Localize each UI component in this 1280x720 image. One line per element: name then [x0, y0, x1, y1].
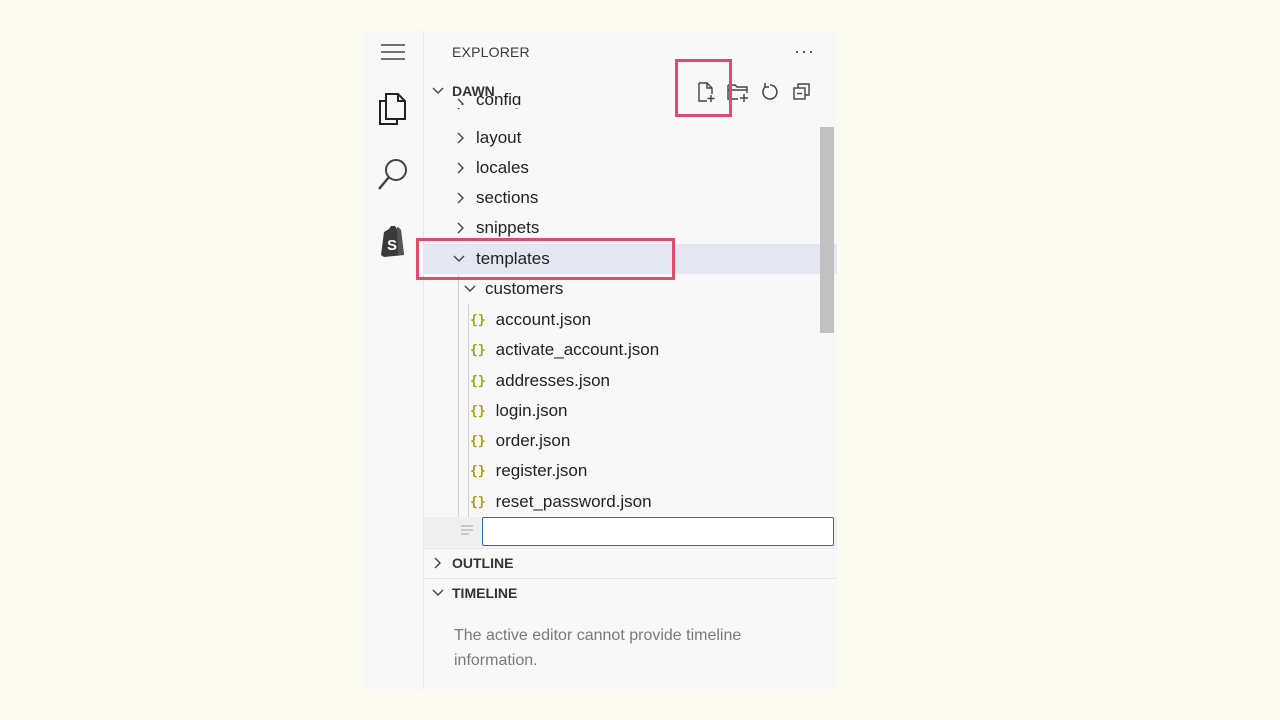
tree-item-label: customers	[485, 279, 564, 298]
section-divider	[424, 578, 837, 579]
timeline-title: TIMELINE	[452, 585, 518, 601]
tree-item-file[interactable]: {} activate_account.json	[424, 335, 837, 365]
json-file-icon: {}	[470, 403, 486, 419]
explorer-title: EXPLORER	[452, 44, 530, 60]
json-file-icon: {}	[470, 342, 486, 358]
explorer-files-icon[interactable]	[363, 91, 423, 127]
tree-item-snippets[interactable]: snippets	[424, 213, 837, 243]
vscode-window: S EXPLORER ··· DAWN config layout locale…	[363, 31, 837, 689]
section-divider	[424, 548, 837, 549]
tree-item-layout[interactable]: layout	[424, 123, 837, 153]
chevron-right-icon	[452, 132, 470, 144]
chevron-right-icon	[452, 222, 470, 234]
menu-icon[interactable]	[363, 43, 423, 61]
svg-text:S: S	[387, 237, 397, 254]
tree-item-file[interactable]: {} register.json	[424, 456, 837, 486]
new-file-name-input[interactable]	[482, 517, 834, 546]
tree-item-label: templates	[476, 249, 550, 268]
chevron-right-icon	[452, 98, 470, 110]
chevron-down-icon	[424, 589, 452, 597]
json-file-icon: {}	[470, 494, 486, 510]
file-label: reset_password.json	[495, 492, 652, 511]
shopify-icon[interactable]: S	[363, 224, 423, 258]
file-label: login.json	[495, 401, 568, 420]
more-actions-button[interactable]: ···	[794, 41, 815, 62]
timeline-section-header[interactable]: TIMELINE	[424, 580, 837, 606]
tree-item-templates[interactable]: templates	[424, 244, 837, 274]
tree-item-sections[interactable]: sections	[424, 183, 837, 213]
chevron-down-icon	[460, 285, 480, 293]
chevron-right-icon	[424, 557, 452, 569]
json-file-icon: {}	[470, 373, 486, 389]
json-file-icon: {}	[470, 463, 486, 479]
search-icon[interactable]	[363, 157, 423, 193]
chevron-right-icon	[452, 162, 470, 174]
json-file-icon: {}	[470, 312, 486, 328]
chevron-right-icon	[452, 192, 470, 204]
tree-item-customers[interactable]: customers	[424, 274, 837, 304]
activity-bar: S	[363, 31, 424, 689]
outline-section-header[interactable]: OUTLINE	[424, 550, 837, 576]
scrollbar-thumb[interactable]	[820, 127, 834, 333]
tree-item-locales[interactable]: locales	[424, 153, 837, 183]
file-label: addresses.json	[495, 371, 610, 390]
file-label: register.json	[495, 461, 588, 480]
tree-item-file[interactable]: {} order.json	[424, 426, 837, 456]
tree-item-file[interactable]: {} account.json	[424, 305, 837, 335]
file-label: account.json	[495, 310, 592, 329]
explorer-sidebar: EXPLORER ··· DAWN config layout locales …	[424, 31, 837, 689]
tree-item-label: locales	[476, 158, 529, 177]
file-label: order.json	[495, 431, 571, 450]
timeline-empty-message: The active editor cannot provide timelin…	[454, 627, 742, 669]
json-file-icon: {}	[470, 433, 486, 449]
file-label: activate_account.json	[495, 340, 660, 359]
tree-item-label: snippets	[476, 218, 540, 237]
tree-item-label: layout	[476, 128, 522, 147]
outline-title: OUTLINE	[452, 555, 514, 571]
chevron-down-icon	[448, 255, 470, 263]
tree-item-file[interactable]: {} login.json	[424, 396, 837, 426]
tree-item-label: sections	[476, 188, 539, 207]
header-shadow	[424, 105, 837, 108]
tree-item-file[interactable]: {} reset_password.json	[424, 487, 837, 517]
text-file-icon	[460, 524, 474, 543]
tree-item-file[interactable]: {} addresses.json	[424, 366, 837, 396]
